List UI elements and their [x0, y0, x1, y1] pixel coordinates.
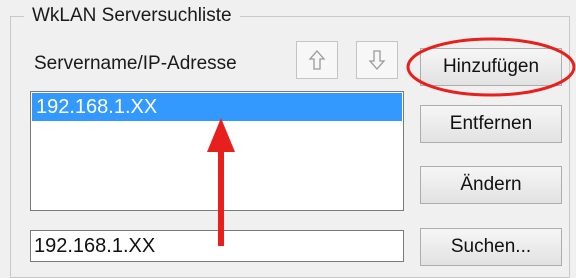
- move-up-button[interactable]: [296, 41, 338, 79]
- move-down-button[interactable]: [356, 41, 398, 79]
- arrow-down-icon: [368, 50, 386, 70]
- group-title: WkLAN Serversuchliste: [24, 4, 240, 28]
- add-button[interactable]: Hinzufügen: [420, 48, 562, 86]
- list-item[interactable]: 192.168.1.XX: [32, 93, 402, 121]
- search-button[interactable]: Suchen...: [420, 228, 562, 266]
- remove-button[interactable]: Entfernen: [420, 105, 562, 143]
- arrow-up-icon: [308, 50, 326, 70]
- server-listbox[interactable]: 192.168.1.XX: [30, 91, 404, 211]
- server-address-input[interactable]: 192.168.1.XX: [30, 230, 404, 262]
- change-button[interactable]: Ändern: [420, 166, 562, 204]
- server-address-label: Servername/IP-Adresse: [34, 53, 237, 74]
